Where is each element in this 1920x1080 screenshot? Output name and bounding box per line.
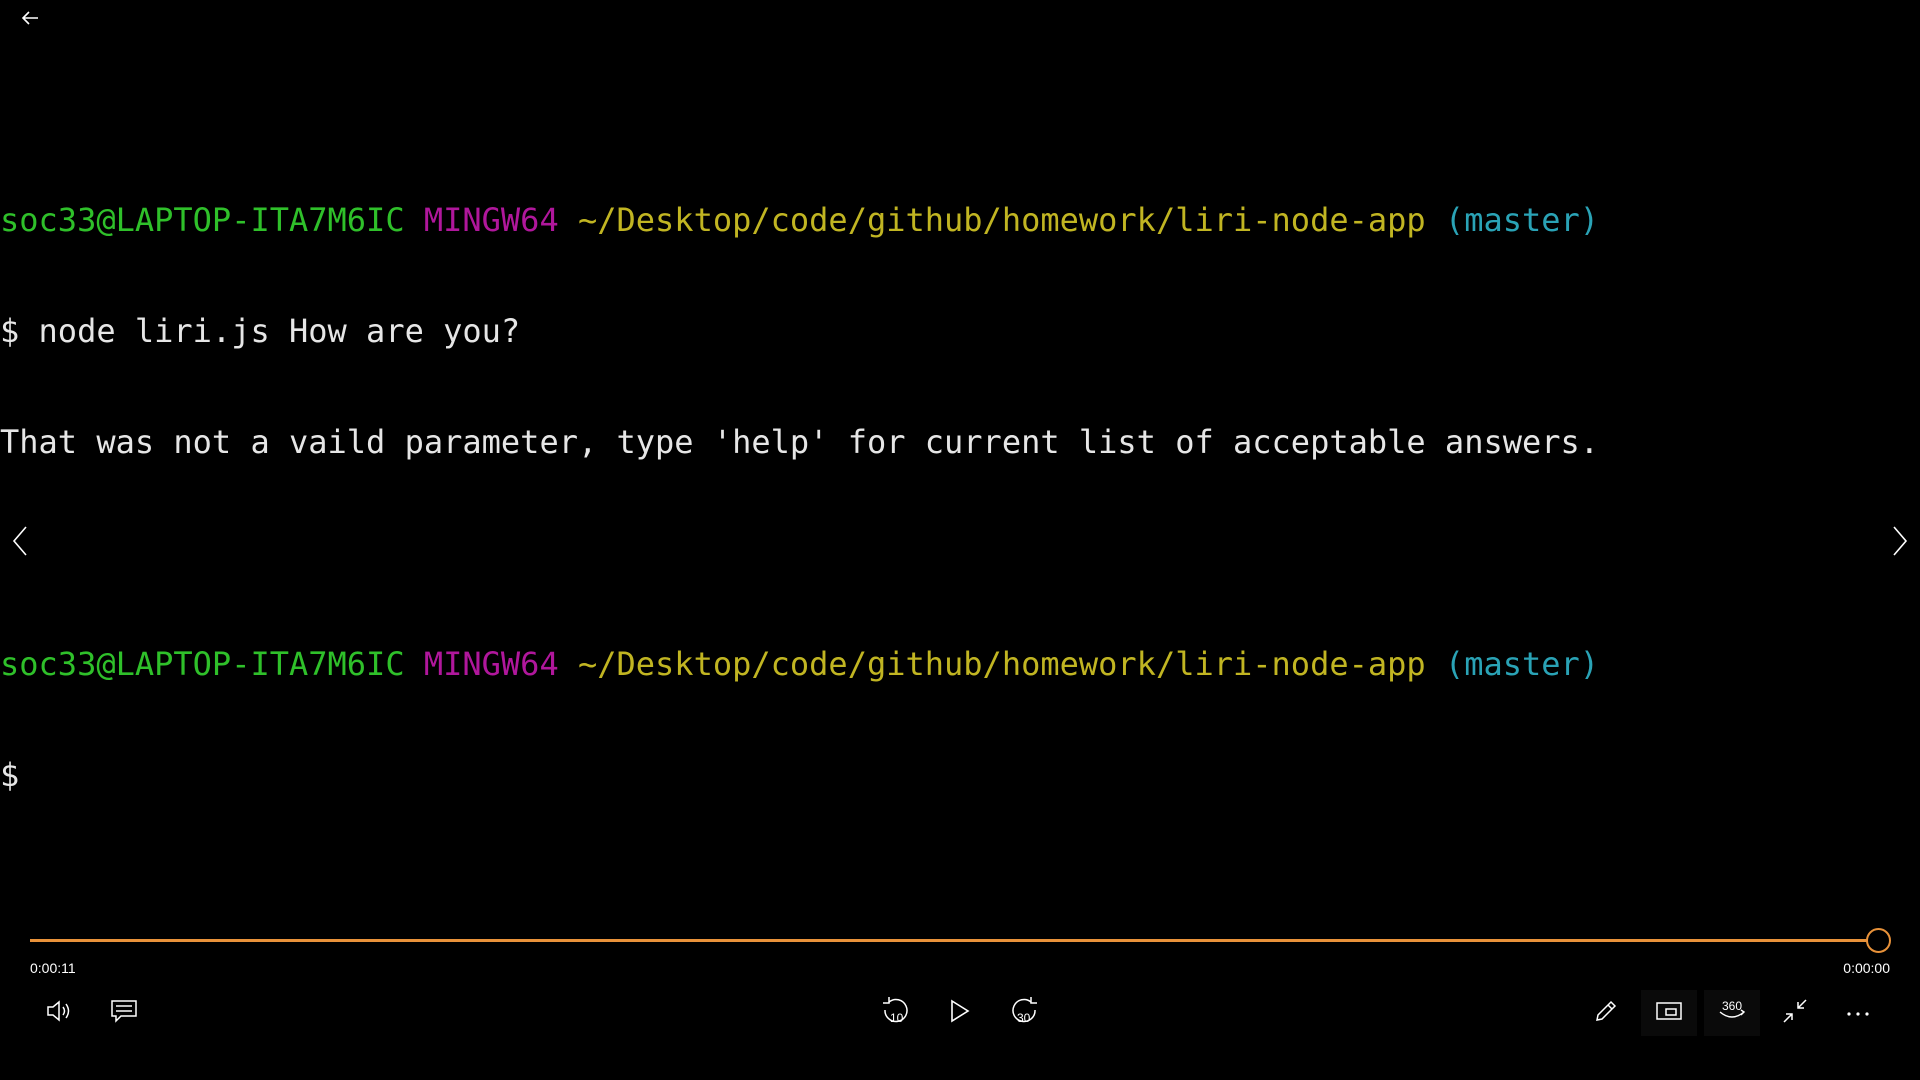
skip-forward-label: 30 xyxy=(1017,1011,1031,1025)
time-elapsed: 0:00:11 xyxy=(30,960,76,976)
exit-fullscreen-icon xyxy=(1782,998,1808,1029)
arrow-left-icon xyxy=(21,10,39,30)
next-button[interactable] xyxy=(1880,518,1920,568)
cursor-line: $ xyxy=(0,756,20,794)
more-options-icon xyxy=(1846,1004,1870,1022)
skip-back-button[interactable]: 10 xyxy=(868,990,924,1036)
prompt-line: soc33@LAPTOP-ITA7M6IC MINGW64 ~/Desktop/… xyxy=(0,202,1700,239)
prompt-system: MINGW64 xyxy=(423,645,559,683)
seek-bar-fill xyxy=(30,939,1878,942)
view-360-label: 360 xyxy=(1722,999,1742,1013)
prompt-path: ~/Desktop/code/github/homework/liri-node… xyxy=(577,645,1426,683)
skip-back-label: 10 xyxy=(890,1011,904,1025)
view-360-button[interactable]: 360 xyxy=(1704,990,1760,1036)
prompt-branch: (master) xyxy=(1444,201,1600,239)
previous-button[interactable] xyxy=(0,518,40,568)
output-line: That was not a vaild parameter, type 'he… xyxy=(0,423,1600,461)
volume-button[interactable] xyxy=(32,990,88,1036)
skip-forward-button[interactable]: 30 xyxy=(996,990,1052,1036)
seek-bar-thumb[interactable] xyxy=(1866,928,1891,953)
play-button[interactable] xyxy=(932,990,988,1036)
skip-forward-icon: 30 xyxy=(1009,996,1039,1031)
prompt-line: soc33@LAPTOP-ITA7M6IC MINGW64 ~/Desktop/… xyxy=(0,646,1700,683)
more-options-button[interactable] xyxy=(1830,990,1886,1036)
volume-icon xyxy=(46,999,74,1027)
back-button[interactable] xyxy=(14,6,46,34)
prompt-system: MINGW64 xyxy=(423,201,559,239)
captions-icon xyxy=(111,999,137,1027)
skip-back-icon: 10 xyxy=(881,996,911,1031)
prompt-branch: (master) xyxy=(1444,645,1600,683)
view-360-icon: 360 xyxy=(1717,998,1747,1029)
exit-fullscreen-button[interactable] xyxy=(1767,990,1823,1036)
prompt-user: soc33@LAPTOP-ITA7M6IC xyxy=(0,645,405,683)
captions-button[interactable] xyxy=(96,990,152,1036)
chevron-right-icon xyxy=(1892,525,1908,561)
mini-view-icon xyxy=(1656,1001,1682,1026)
time-remaining: 0:00:00 xyxy=(1843,960,1890,976)
edit-button[interactable] xyxy=(1578,990,1634,1036)
terminal-video-frame: soc33@LAPTOP-ITA7M6IC MINGW64 ~/Desktop/… xyxy=(0,128,1700,831)
mini-view-button[interactable] xyxy=(1641,990,1697,1036)
seek-bar[interactable] xyxy=(30,928,1891,953)
command-line: $ node liri.js How are you? xyxy=(0,312,521,350)
pencil-icon xyxy=(1593,998,1619,1029)
prompt-user: soc33@LAPTOP-ITA7M6IC xyxy=(0,201,405,239)
chevron-left-icon xyxy=(12,525,28,561)
play-icon xyxy=(949,999,971,1028)
prompt-path: ~/Desktop/code/github/homework/liri-node… xyxy=(577,201,1426,239)
